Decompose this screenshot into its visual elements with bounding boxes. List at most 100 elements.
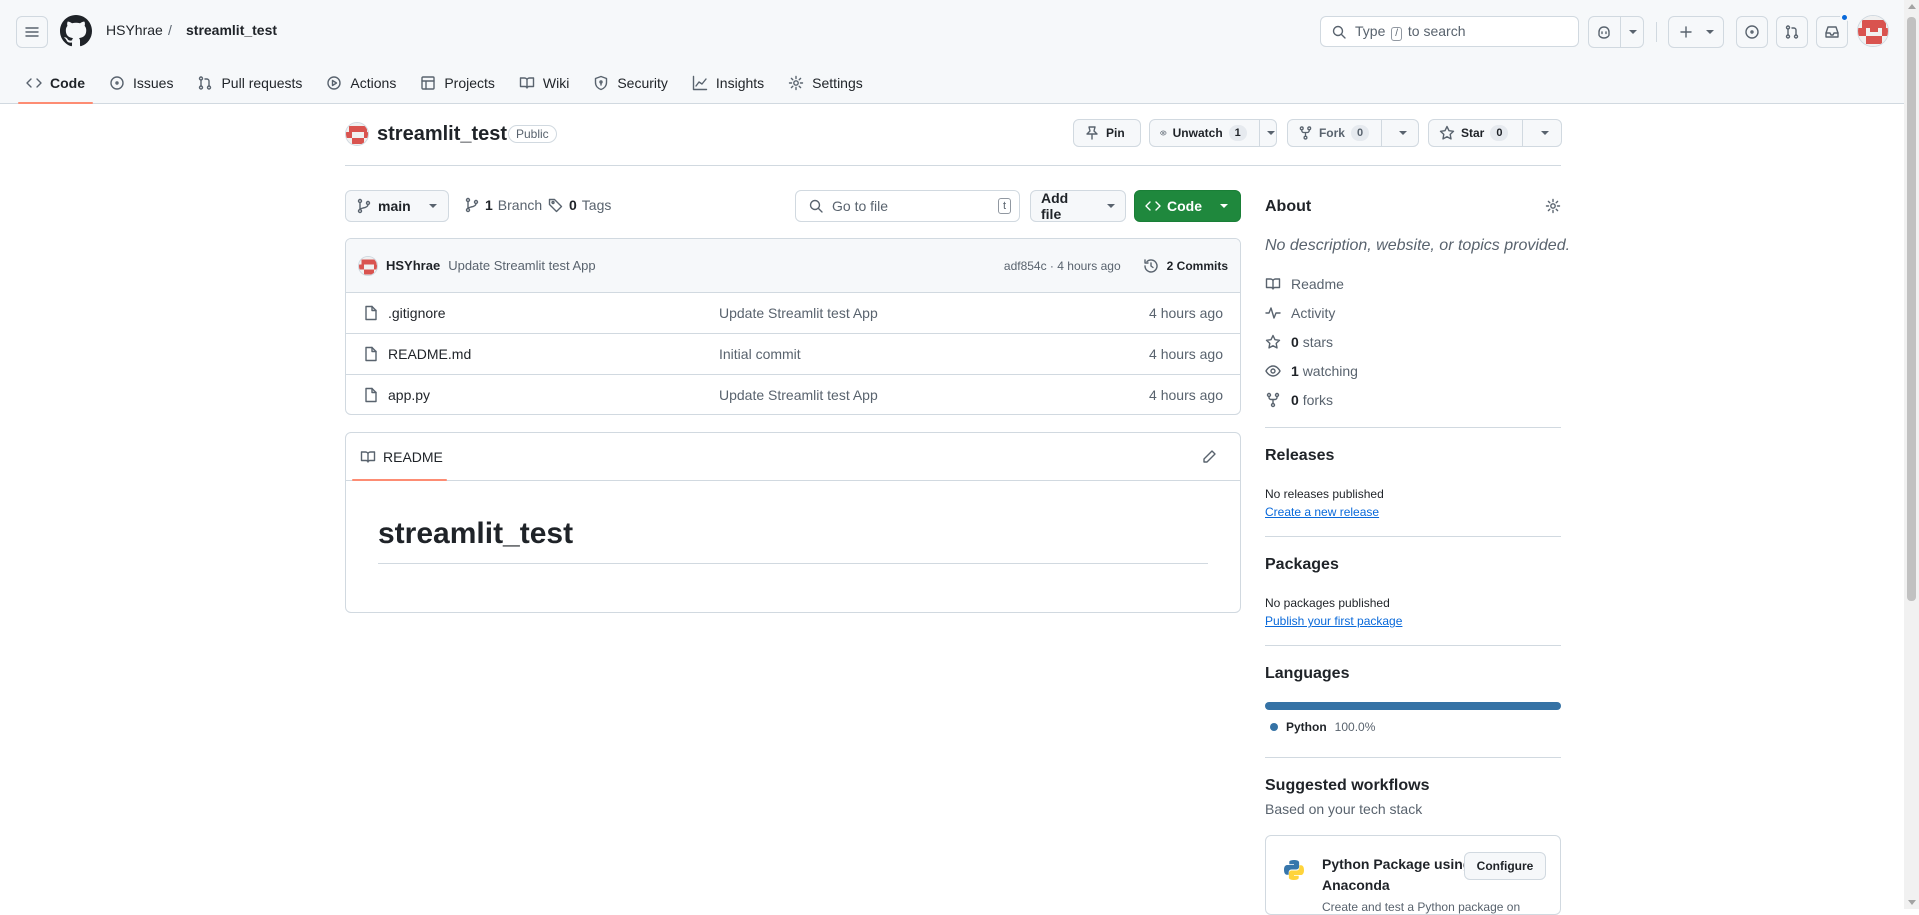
packages-heading[interactable]: Packages xyxy=(1265,556,1339,574)
copilot-icon xyxy=(1597,26,1610,39)
sidebar-divider xyxy=(1265,427,1561,428)
chevron-down-icon xyxy=(1541,131,1549,135)
star-label: Star xyxy=(1461,126,1485,140)
branch-icon xyxy=(465,197,479,213)
scrollbar-thumb[interactable] xyxy=(1907,17,1916,601)
graph-icon xyxy=(692,75,708,91)
scroll-down-icon[interactable] xyxy=(1908,900,1916,905)
issue-icon xyxy=(110,76,124,90)
go-to-file-placeholder: Go to file xyxy=(832,198,889,214)
edit-readme-button[interactable] xyxy=(1201,449,1217,465)
workflow-title[interactable]: Python Package using Anaconda xyxy=(1322,854,1472,896)
tab-settings[interactable]: Settings xyxy=(780,62,871,104)
scrollbar-track[interactable] xyxy=(1904,0,1919,909)
file-row[interactable]: .gitignore Update Streamlit test App 4 h… xyxy=(346,292,1240,333)
book-icon xyxy=(519,77,535,89)
file-row[interactable]: app.py Update Streamlit test App 4 hours… xyxy=(346,374,1240,414)
language-item[interactable]: Python 100.0% xyxy=(1270,720,1375,734)
about-settings-button[interactable] xyxy=(1545,198,1561,214)
sidebar-divider xyxy=(1265,757,1561,758)
chevron-down-icon xyxy=(1399,131,1408,135)
avatar[interactable] xyxy=(1857,15,1889,47)
packages-text: No packages published xyxy=(1265,596,1390,610)
pencil-icon xyxy=(1203,450,1216,463)
create-new-button[interactable] xyxy=(1668,16,1724,48)
tags-count: 0 xyxy=(569,197,577,213)
about-activity-link[interactable]: Activity xyxy=(1265,305,1335,321)
chevron-down-icon xyxy=(1628,30,1637,34)
pin-button[interactable]: Pin xyxy=(1073,119,1141,147)
github-logo[interactable] xyxy=(60,15,92,47)
branch-name: main xyxy=(378,198,411,214)
branches-link[interactable]: 1 Branch xyxy=(464,197,542,213)
about-readme-link[interactable]: Readme xyxy=(1265,276,1344,292)
readme-tab[interactable]: README xyxy=(352,433,451,481)
add-file-label: Add file xyxy=(1041,190,1069,222)
releases-text: No releases published xyxy=(1265,487,1384,501)
branch-select[interactable]: main xyxy=(345,190,449,222)
about-watching-link[interactable]: 1 watching xyxy=(1265,363,1358,379)
publish-package-link[interactable]: Publish your first package xyxy=(1265,614,1402,628)
eye-icon xyxy=(1265,365,1281,377)
repo-name[interactable]: streamlit_test xyxy=(377,123,507,146)
breadcrumb-repo[interactable]: streamlit_test xyxy=(186,22,277,38)
breadcrumb-owner[interactable]: HSYhrae xyxy=(106,22,163,38)
releases-heading[interactable]: Releases xyxy=(1265,447,1334,465)
tab-actions[interactable]: Actions xyxy=(318,62,404,104)
pin-label: Pin xyxy=(1106,126,1125,140)
tab-code-label: Code xyxy=(50,75,85,91)
about-forks-link[interactable]: 0 forks xyxy=(1265,392,1333,408)
tags-link[interactable]: 0 Tags xyxy=(548,197,611,213)
scroll-up-icon[interactable] xyxy=(1908,4,1916,9)
fork-icon xyxy=(1266,392,1280,408)
commit-hash-time[interactable]: adf854c · 4 hours ago xyxy=(1004,259,1121,273)
tab-issues[interactable]: Issues xyxy=(101,62,181,104)
file-commit-message[interactable]: Update Streamlit test App xyxy=(719,305,878,321)
tab-code[interactable]: Code xyxy=(18,62,93,104)
commits-link[interactable]: 2 Commits xyxy=(1167,259,1228,273)
repo-owner-avatar[interactable] xyxy=(345,122,369,146)
file-name[interactable]: app.py xyxy=(388,387,430,403)
unwatch-button[interactable]: Unwatch 1 xyxy=(1149,119,1277,147)
tab-insights-label: Insights xyxy=(715,75,765,91)
configure-button[interactable]: Configure xyxy=(1464,852,1546,880)
top-bar: HSYhrae / streamlit_test Type / to searc… xyxy=(0,0,1904,62)
code-button[interactable]: Code xyxy=(1134,190,1241,222)
copilot-button[interactable] xyxy=(1588,16,1644,48)
fork-label: Fork xyxy=(1318,126,1345,140)
tab-security[interactable]: Security xyxy=(585,62,676,104)
file-browser: HSYhrae Update Streamlit test App adf854… xyxy=(345,238,1241,415)
star-button[interactable]: Star 0 xyxy=(1428,119,1562,147)
commit-author[interactable]: HSYhrae xyxy=(386,258,440,273)
tab-projects[interactable]: Projects xyxy=(412,62,503,104)
about-stars-link[interactable]: 0 stars xyxy=(1265,334,1333,350)
pull-requests-button[interactable] xyxy=(1776,16,1808,48)
watching-label: watching xyxy=(1302,363,1358,379)
issues-button[interactable] xyxy=(1736,16,1768,48)
search-input[interactable]: Type / to search xyxy=(1320,16,1579,47)
file-row[interactable]: README.md Initial commit 4 hours ago xyxy=(346,333,1240,374)
go-to-file-input[interactable]: Go to file t xyxy=(795,190,1020,222)
add-file-button[interactable]: Add file xyxy=(1030,190,1126,222)
fork-count: 0 xyxy=(1350,125,1370,141)
menu-button[interactable] xyxy=(16,16,48,48)
tab-pull-requests[interactable]: Pull requests xyxy=(189,62,310,104)
book-icon xyxy=(360,451,376,463)
file-name[interactable]: README.md xyxy=(388,346,471,362)
commit-author-avatar[interactable] xyxy=(358,255,378,276)
workflows-heading: Suggested workflows xyxy=(1265,777,1430,794)
languages-heading: Languages xyxy=(1265,665,1350,682)
workflows-subtitle: Based on your tech stack xyxy=(1265,801,1423,817)
readme-panel: README streamlit_test xyxy=(345,432,1241,613)
hamburger-icon xyxy=(25,27,39,37)
tab-insights[interactable]: Insights xyxy=(684,62,772,104)
create-release-link[interactable]: Create a new release xyxy=(1265,505,1379,519)
file-commit-message[interactable]: Initial commit xyxy=(719,346,801,362)
commit-message[interactable]: Update Streamlit test App xyxy=(448,258,595,273)
file-name[interactable]: .gitignore xyxy=(388,305,446,321)
fork-button[interactable]: Fork 0 xyxy=(1287,119,1419,147)
tags-label: Tags xyxy=(581,197,612,213)
language-bar-python xyxy=(1265,702,1561,710)
file-commit-message[interactable]: Update Streamlit test App xyxy=(719,387,878,403)
tab-wiki[interactable]: Wiki xyxy=(511,62,577,104)
